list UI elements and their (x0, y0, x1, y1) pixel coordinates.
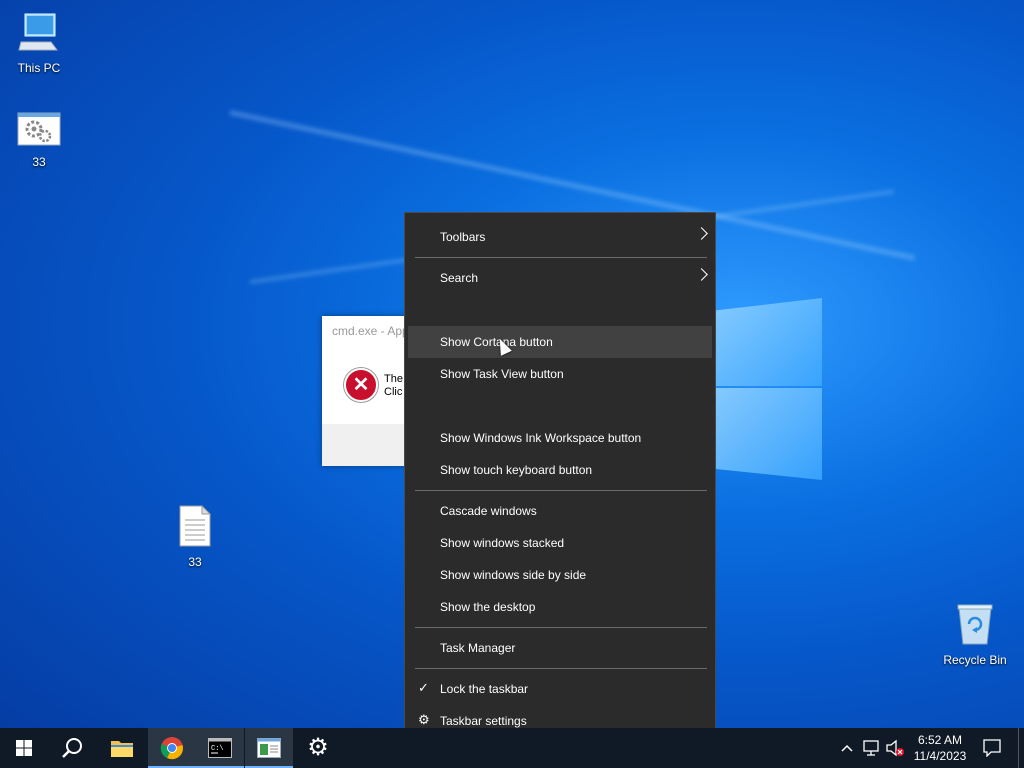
menu-item-label: Toolbars (440, 230, 486, 244)
desktop-icon-settings-shortcut[interactable]: 33 (4, 112, 74, 169)
menu-item-toolbars[interactable]: Toolbars (408, 221, 712, 253)
menu-item-show-touch-keyboard-button[interactable]: Show touch keyboard button (408, 454, 712, 486)
taskbar-context-menu: Toolbars Search Show Cortana button Show… (404, 212, 716, 744)
menu-item-label: Search (440, 271, 479, 285)
window-app-icon (257, 738, 281, 758)
notification-icon (983, 739, 1001, 757)
menu-item-label: Cascade windows (440, 504, 537, 518)
chevron-right-icon (695, 227, 708, 240)
search-icon (62, 738, 82, 758)
taskbar-clock[interactable]: 6:52 AM 11/4/2023 (905, 732, 975, 764)
menu-item-search[interactable]: Search (408, 262, 712, 294)
dialog-message: The Clic (384, 373, 403, 399)
folder-icon (111, 741, 133, 757)
error-icon: ✕ (344, 368, 378, 402)
wallpaper-windows-logo (716, 290, 822, 480)
chrome-icon (160, 737, 183, 760)
desktop-icon-label: 33 (32, 155, 46, 169)
chevron-right-icon (695, 268, 708, 281)
active-app-button[interactable] (245, 728, 293, 768)
menu-separator (415, 668, 707, 669)
menu-separator (415, 257, 707, 258)
desktop-icon-recycle-bin[interactable]: Recycle Bin (940, 602, 1010, 667)
menu-item-label: Taskbar settings (440, 714, 527, 728)
settings-shortcut-icon (4, 112, 74, 151)
command-prompt-button[interactable]: C:\ (196, 728, 244, 768)
menu-item-show-task-view-button[interactable]: Show Task View button (408, 358, 712, 390)
dialog-title: cmd.exe - App (332, 324, 409, 338)
clock-time: 6:52 AM (917, 733, 963, 747)
menu-item-show-windows-ink-workspace-button[interactable]: Show Windows Ink Workspace button (408, 422, 712, 454)
dialog-message-line: Clic (384, 386, 403, 398)
chevron-up-icon (841, 744, 853, 752)
action-center-button[interactable] (978, 728, 1006, 768)
text-file-icon (160, 504, 230, 551)
checkmark-icon: ✓ (418, 680, 429, 695)
svg-text:C:\: C:\ (211, 745, 224, 753)
menu-item-show-cortana-button[interactable]: Show Cortana button (408, 326, 712, 358)
recycle-bin-icon (940, 602, 1010, 649)
search-button[interactable] (48, 728, 96, 768)
menu-item-label: Lock the taskbar (440, 682, 529, 696)
menu-item-show-windows-stacked[interactable]: Show windows stacked (408, 527, 712, 559)
this-pc-icon (4, 10, 74, 57)
clock-date: 11/4/2023 (913, 749, 967, 763)
menu-item-label: Show Task View button (440, 367, 564, 381)
show-hidden-icons-button[interactable] (838, 728, 856, 768)
menu-item-label: Show Windows Ink Workspace button (440, 431, 642, 445)
dialog-message-line: The (384, 373, 403, 385)
windows-logo-icon (16, 740, 32, 756)
menu-separator (415, 490, 707, 491)
menu-item-lock-the-taskbar[interactable]: ✓ Lock the taskbar (408, 673, 712, 705)
desktop-icon-label: Recycle Bin (943, 653, 1007, 667)
menu-item-task-manager[interactable]: Task Manager (408, 632, 712, 664)
desktop-icon-label: 33 (188, 555, 202, 569)
menu-item-label: Task Manager (440, 641, 516, 655)
menu-item-cascade-windows[interactable]: Cascade windows (408, 495, 712, 527)
chrome-button[interactable] (148, 728, 196, 768)
menu-item-label: Show windows side by side (440, 568, 587, 582)
desktop-icon-text-file[interactable]: 33 (160, 504, 230, 569)
desktop-icon-label: This PC (17, 61, 61, 75)
menu-item-show-windows-side-by-side[interactable]: Show windows side by side (408, 559, 712, 591)
file-explorer-button[interactable] (98, 728, 146, 768)
menu-item-label: Show touch keyboard button (440, 463, 593, 477)
network-tray-button[interactable] (860, 728, 882, 768)
taskbar: C:\ ⚙ 6:52 AM 11/4/2023 (0, 728, 1024, 768)
show-desktop-button[interactable] (1018, 728, 1024, 768)
gear-icon: ⚙ (307, 734, 329, 761)
menu-separator (415, 627, 707, 628)
network-icon (863, 740, 879, 756)
terminal-icon: C:\ (208, 738, 232, 758)
settings-button[interactable]: ⚙ (294, 728, 342, 768)
menu-item-label: Show windows stacked (440, 536, 565, 550)
volume-muted-icon (886, 739, 904, 757)
desktop-icon-this-pc[interactable]: This PC (4, 10, 74, 75)
gear-icon: ⚙ (418, 712, 430, 727)
menu-item-show-the-desktop[interactable]: Show the desktop (408, 591, 712, 623)
volume-tray-button[interactable] (884, 728, 906, 768)
start-button[interactable] (0, 728, 48, 768)
menu-item-label: Show the desktop (440, 600, 536, 614)
